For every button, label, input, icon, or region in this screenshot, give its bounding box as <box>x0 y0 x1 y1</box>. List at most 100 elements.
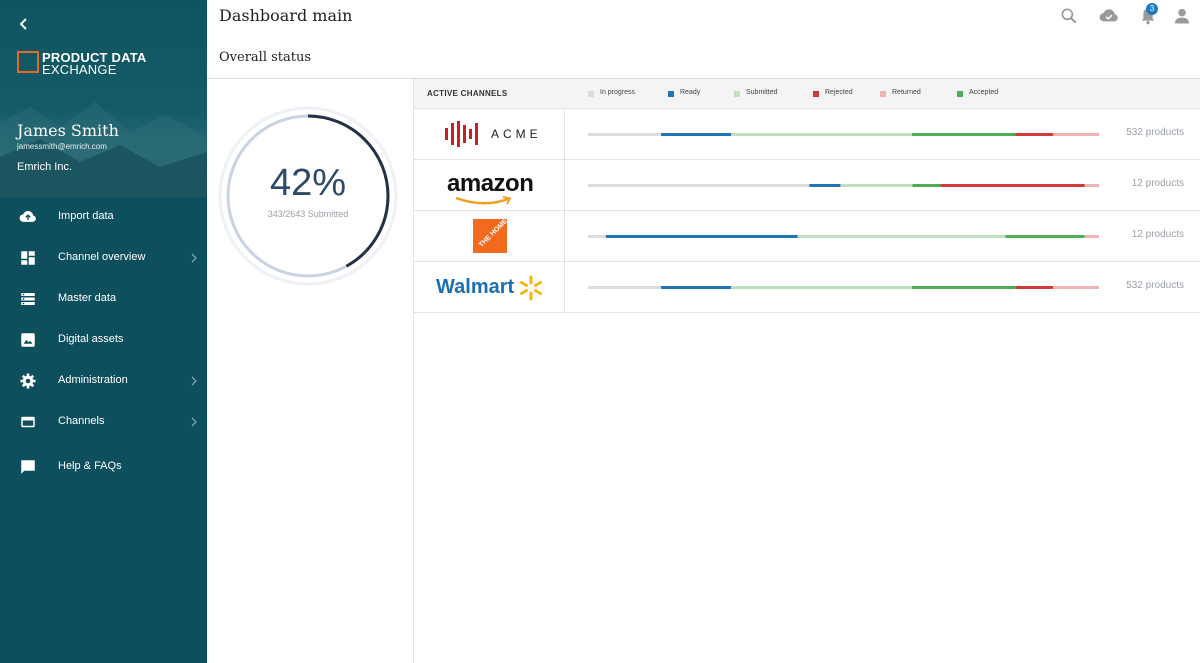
legend-swatch <box>588 91 594 97</box>
list-icon <box>21 293 35 305</box>
logo-text-line2: EXCHANGE <box>42 62 117 77</box>
bar-segment-rejected <box>1015 286 1054 289</box>
sidebar-item-label: Help & FAQs <box>58 460 122 472</box>
overall-submitted: 343/2643 Submitted <box>267 209 349 219</box>
overall-status-panel: 42% 343/2643 Submitted <box>207 79 414 663</box>
section-title: Overall status <box>219 50 312 65</box>
home-depot-square: THE HOME DEPOT <box>473 219 507 253</box>
sidebar-item-master-data[interactable]: Master data <box>0 282 207 316</box>
sidebar-item-help[interactable]: Help & FAQs <box>0 450 207 484</box>
sidebar-item-label: Channels <box>58 415 105 427</box>
bar-segment-accepted <box>1005 235 1085 238</box>
sidebar-item-channel-overview[interactable]: Channel overview <box>0 241 207 275</box>
legend-swatch <box>813 91 819 97</box>
channel-row-amazon[interactable]: amazon 12 products <box>414 160 1200 211</box>
amazon-logo: amazon <box>414 160 565 211</box>
chevron-right-icon <box>191 417 197 427</box>
legend-label: Submitted <box>746 89 778 96</box>
sidebar-item-channels[interactable]: Channels <box>0 405 207 439</box>
bar-segment-in-progress <box>588 184 810 187</box>
bar-segment-returned <box>1084 184 1099 187</box>
status-bar <box>588 235 1099 238</box>
bar-segment-submitted <box>731 133 912 136</box>
user-icon[interactable] <box>1172 6 1192 26</box>
product-count: 12 products <box>1131 178 1184 189</box>
bar-segment-returned <box>1053 133 1099 136</box>
chat-icon <box>21 460 35 474</box>
product-count: 532 products <box>1126 127 1184 138</box>
status-bar <box>588 133 1099 136</box>
sidebar-item-label: Administration <box>58 374 128 386</box>
product-count: 12 products <box>1131 229 1184 240</box>
page-title: Dashboard main <box>219 6 353 25</box>
legend-swatch <box>734 91 740 97</box>
legend-swatch <box>880 91 886 97</box>
bar-segment-submitted <box>797 235 1006 238</box>
back-arrow-icon[interactable] <box>14 14 34 34</box>
product-count: 532 products <box>1126 280 1184 291</box>
dashboard-icon <box>21 251 35 265</box>
walmart-logo: Walmart <box>414 262 565 313</box>
sidebar-item-import-data[interactable]: Import data <box>0 200 207 234</box>
bar-segment-in-progress <box>588 133 662 136</box>
legend-swatch <box>957 91 963 97</box>
legend-label: In progress <box>600 89 636 96</box>
notification-badge: 3 <box>1146 3 1158 15</box>
walmart-spark-icon <box>520 275 542 301</box>
channel-row-acme[interactable]: ACME 532 products <box>414 109 1200 160</box>
bar-segment-submitted <box>840 184 913 187</box>
sidebar-item-digital-assets[interactable]: Digital assets <box>0 323 207 357</box>
status-bar <box>588 286 1099 289</box>
bar-segment-in-progress <box>588 235 606 238</box>
bar-segment-submitted <box>731 286 912 289</box>
status-bar <box>588 184 1099 187</box>
bar-segment-rejected <box>1015 133 1054 136</box>
chevron-right-icon <box>191 376 197 386</box>
legend-label: Rejected <box>825 89 853 96</box>
bar-segment-ready <box>809 184 841 187</box>
bar-segment-accepted <box>912 184 941 187</box>
bar-segment-rejected <box>940 184 1085 187</box>
user-name: James Smith <box>17 121 119 140</box>
channel-row-home-depot[interactable]: THE HOME DEPOT 12 products <box>414 211 1200 262</box>
legend-label: Ready <box>680 89 701 96</box>
home-depot-wordmark: THE HOME DEPOT <box>477 219 507 249</box>
bar-segment-accepted <box>911 286 1016 289</box>
cloud-check-icon[interactable] <box>1099 6 1119 26</box>
amazon-smile-icon <box>455 196 512 205</box>
bar-segment-ready <box>661 286 732 289</box>
user-company: Emrich Inc. <box>17 161 73 173</box>
legend-swatch <box>668 91 674 97</box>
sidebar-item-administration[interactable]: Administration <box>0 364 207 398</box>
channel-row-walmart[interactable]: Walmart 532 products <box>414 262 1200 313</box>
bar-segment-ready <box>605 235 798 238</box>
cloud-upload-icon <box>19 210 36 222</box>
bar-segment-returned <box>1053 286 1099 289</box>
bar-segment-in-progress <box>588 286 662 289</box>
search-icon[interactable] <box>1059 6 1079 26</box>
sidebar-item-label: Digital assets <box>58 333 124 345</box>
acme-wordmark: ACME <box>491 127 542 141</box>
bar-segment-ready <box>661 133 732 136</box>
home-depot-logo: THE HOME DEPOT <box>414 211 565 262</box>
sidebar-item-label: Import data <box>58 210 114 222</box>
bar-segment-returned <box>1084 235 1099 238</box>
user-email: jamessmith@emrich.com <box>17 142 107 151</box>
amazon-wordmark: amazon <box>447 170 534 197</box>
walmart-wordmark: Walmart <box>436 276 515 298</box>
acme-logo: ACME <box>414 109 565 160</box>
sidebar: PRODUCT DATA EXCHANGE James Smith jamess… <box>0 0 207 663</box>
bar-segment-accepted <box>911 133 1016 136</box>
overall-percent: 42% <box>269 162 347 204</box>
gear-icon <box>20 373 36 389</box>
legend-label: Returned <box>892 89 921 96</box>
sidebar-item-label: Master data <box>58 292 117 304</box>
legend-label: Accepted <box>969 89 999 96</box>
sidebar-item-label: Channel overview <box>58 251 146 263</box>
acme-sound-bars-icon <box>445 121 478 147</box>
logo-mark <box>17 51 39 73</box>
channels-header: ACTIVE CHANNELS In progress Ready Submit… <box>414 79 1200 109</box>
header: Dashboard main Overall status 3 <box>207 0 1200 78</box>
image-icon <box>21 333 35 347</box>
channels-header-title: ACTIVE CHANNELS <box>427 89 508 98</box>
